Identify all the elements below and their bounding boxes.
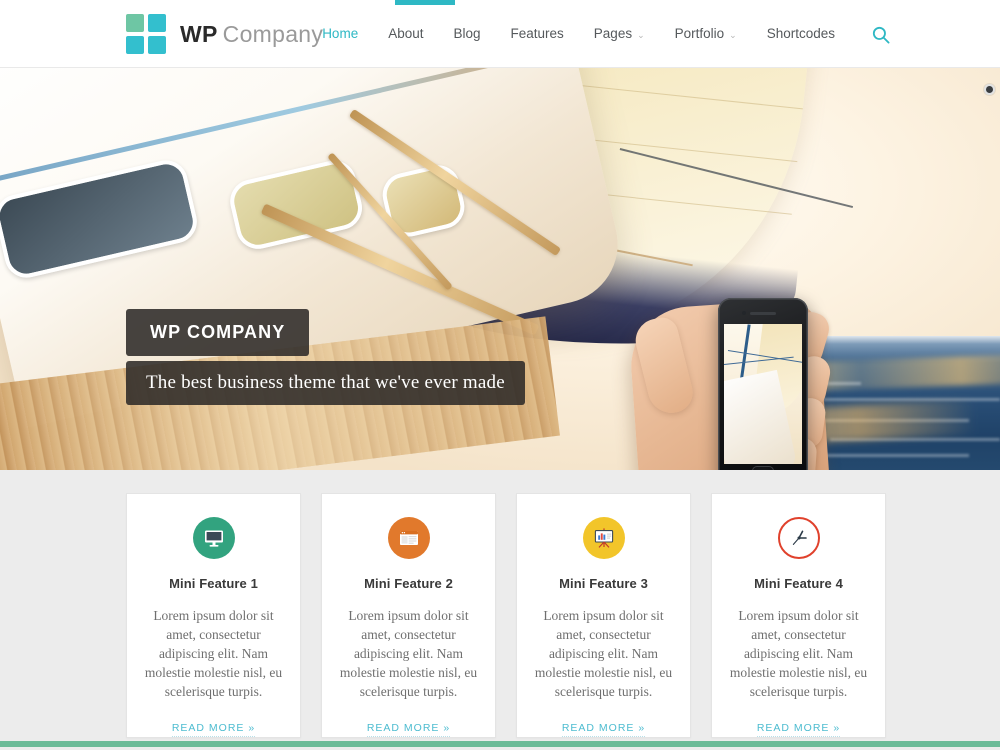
nav-item-about[interactable]: About bbox=[373, 0, 438, 68]
nav-item-features[interactable]: Features bbox=[496, 0, 579, 68]
feature-card[interactable]: Mini Feature 1 Lorem ipsum dolor sit ame… bbox=[126, 493, 301, 738]
hero-slider[interactable]: WP COMPANY The best business theme that … bbox=[0, 68, 1000, 470]
feature-card-title: Mini Feature 1 bbox=[169, 576, 258, 591]
feature-card[interactable]: Mini Feature 4 Lorem ipsum dolor sit ame… bbox=[711, 493, 886, 738]
nav-label-features: Features bbox=[510, 26, 564, 41]
desktop-monitor-icon bbox=[192, 517, 235, 559]
nav-label-home: Home bbox=[322, 26, 359, 41]
feature-cards: Mini Feature 1 Lorem ipsum dolor sit ame… bbox=[126, 493, 886, 738]
nav-item-home[interactable]: Home bbox=[307, 0, 373, 68]
feature-card-title: Mini Feature 2 bbox=[364, 576, 453, 591]
nav-label-pages: Pages bbox=[593, 26, 633, 41]
logo-text-bold: WP bbox=[180, 20, 218, 47]
main-navigation: Home About Blog Features Pages ⌄ Portfol… bbox=[307, 0, 850, 68]
slider-bullet[interactable] bbox=[984, 84, 995, 95]
nav-item-pages[interactable]: Pages ⌄ bbox=[579, 0, 660, 68]
smartphone bbox=[718, 298, 808, 470]
browser-window-icon bbox=[387, 517, 430, 559]
features-section: Mini Feature 1 Lorem ipsum dolor sit ame… bbox=[0, 470, 1000, 750]
feature-card-body: Lorem ipsum dolor sit amet, consectetur … bbox=[534, 608, 673, 699]
four-squares-logo-icon bbox=[126, 14, 166, 54]
read-more-link[interactable]: READ MORE » bbox=[561, 722, 646, 737]
hero-background-photo bbox=[0, 68, 1000, 470]
read-more-link[interactable]: READ MORE » bbox=[366, 722, 451, 737]
search-icon[interactable] bbox=[872, 26, 890, 44]
feature-card-title: Mini Feature 4 bbox=[754, 576, 843, 591]
site-logo[interactable]: WP Company bbox=[126, 14, 323, 54]
feature-card-body: Lorem ipsum dolor sit amet, consectetur … bbox=[144, 608, 283, 699]
nav-item-shortcodes[interactable]: Shortcodes bbox=[752, 0, 850, 68]
nav-label-about: About bbox=[388, 26, 424, 41]
chevron-down-icon: ⌄ bbox=[729, 30, 737, 40]
hero-caption-title: WP COMPANY bbox=[126, 309, 310, 356]
nav-item-portfolio[interactable]: Portfolio ⌄ bbox=[660, 0, 752, 68]
site-header: WP Company Home About Blog Features Pages… bbox=[0, 0, 1000, 68]
phone-screen bbox=[724, 324, 802, 464]
top-accent-tab bbox=[395, 0, 455, 5]
footer-accent-bar bbox=[0, 741, 1000, 747]
nav-label-blog: Blog bbox=[453, 26, 481, 41]
read-more-link[interactable]: READ MORE » bbox=[756, 722, 841, 737]
chevron-down-icon: ⌄ bbox=[637, 30, 645, 40]
logo-text: WP Company bbox=[180, 21, 323, 48]
feature-card-body: Lorem ipsum dolor sit amet, consectetur … bbox=[729, 608, 868, 699]
clock-icon bbox=[777, 517, 820, 559]
phone-speaker bbox=[750, 312, 776, 315]
phone-home-button bbox=[752, 466, 774, 470]
feature-card[interactable]: Mini Feature 3 Lorem ipsum dolor sit ame… bbox=[516, 493, 691, 738]
feature-card[interactable]: Mini Feature 2 Lorem ipsum dolor sit ame… bbox=[321, 493, 496, 738]
read-more-link[interactable]: READ MORE » bbox=[171, 722, 256, 737]
hero-caption-subtitle: The best business theme that we've ever … bbox=[126, 361, 525, 405]
nav-label-shortcodes: Shortcodes bbox=[766, 26, 835, 41]
presentation-chart-icon bbox=[582, 517, 625, 559]
nav-item-blog[interactable]: Blog bbox=[438, 0, 495, 68]
feature-card-body: Lorem ipsum dolor sit amet, consectetur … bbox=[339, 608, 478, 699]
phone-camera-icon bbox=[742, 311, 746, 315]
nav-label-portfolio: Portfolio bbox=[674, 26, 725, 41]
feature-card-title: Mini Feature 3 bbox=[559, 576, 648, 591]
